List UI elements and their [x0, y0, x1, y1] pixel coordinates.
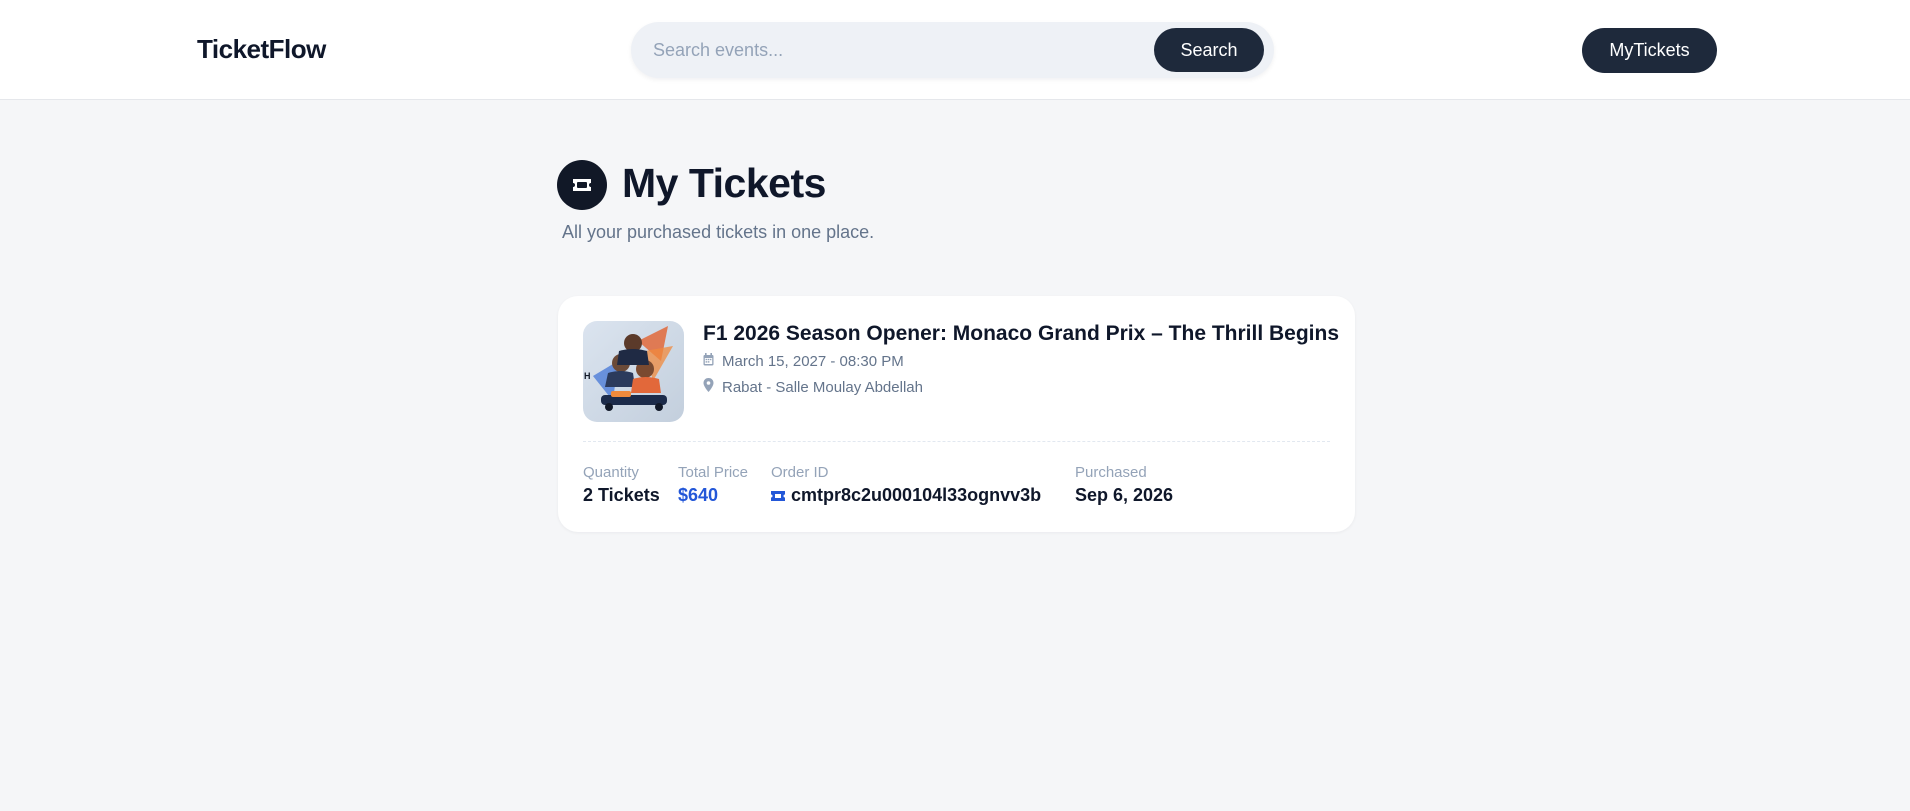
ticket-small-icon [771, 485, 785, 506]
order-id-label: Order ID [771, 464, 829, 481]
event-thumbnail: H [583, 321, 684, 422]
ticket-icon [557, 160, 607, 210]
total-price-value: $640 [678, 485, 719, 505]
event-date: March 15, 2027 - 08:30 PM [722, 353, 904, 370]
location-pin-icon [703, 378, 714, 396]
svg-text:H: H [584, 371, 591, 381]
event-date-row: March 15, 2027 - 08:30 PM [703, 353, 904, 370]
top-navbar: TicketFlow Search MyTickets [0, 0, 1910, 100]
search-button[interactable]: Search [1154, 28, 1264, 72]
order-id-field: Order ID cmtpr8c2u000104l33ognvv3b [771, 464, 1041, 506]
event-venue-row: Rabat - Salle Moulay Abdellah [703, 378, 923, 396]
ticket-card[interactable]: H F1 2026 Season Opener: Monaco Grand Pr… [558, 296, 1355, 532]
purchased-field: Purchased Sep 6, 2026 [1075, 464, 1173, 506]
purchased-label: Purchased [1075, 464, 1147, 481]
calendar-icon [703, 353, 714, 370]
quantity-label: Quantity [583, 464, 639, 481]
app-logo[interactable]: TicketFlow [197, 34, 326, 65]
search-input[interactable] [643, 30, 1143, 70]
order-id-value: cmtpr8c2u000104l33ognvv3b [791, 485, 1042, 505]
total-price-label: Total Price [678, 464, 749, 481]
event-venue: Rabat - Salle Moulay Abdellah [722, 378, 923, 396]
my-tickets-nav-button[interactable]: MyTickets [1582, 28, 1717, 73]
search-bar: Search [631, 22, 1274, 78]
total-price-field: Total Price $640 [678, 464, 748, 506]
page-subtitle: All your purchased tickets in one place. [562, 222, 875, 242]
card-divider [583, 441, 1330, 442]
page-title: My Tickets [622, 160, 826, 206]
event-title[interactable]: F1 2026 Season Opener: Monaco Grand Prix… [703, 322, 1339, 346]
purchased-value: Sep 6, 2026 [1075, 485, 1174, 505]
quantity-field: Quantity 2 Tickets [583, 464, 660, 506]
order-id-row: cmtpr8c2u000104l33ognvv3b [771, 485, 1041, 506]
quantity-value: 2 Tickets [583, 485, 660, 505]
